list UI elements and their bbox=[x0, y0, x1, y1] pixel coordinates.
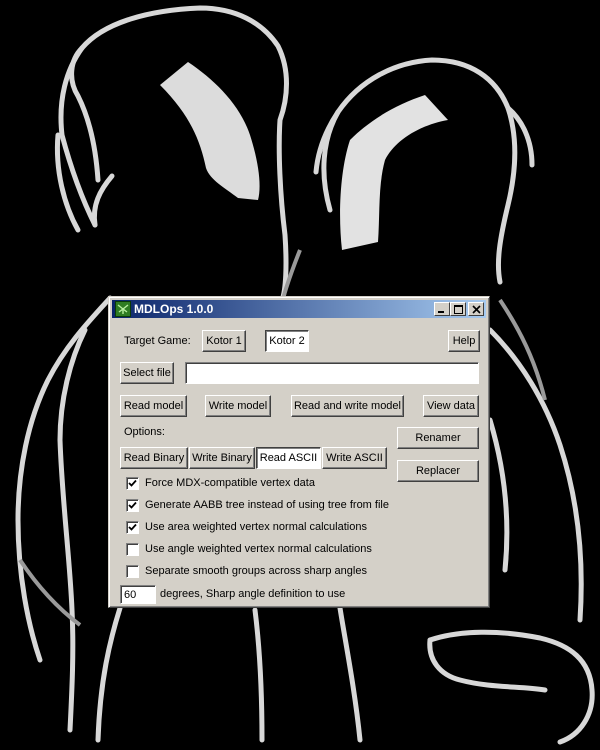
close-button[interactable] bbox=[468, 302, 484, 316]
checkbox-box[interactable] bbox=[126, 499, 139, 512]
mode-read-ascii[interactable]: Read ASCII bbox=[256, 447, 321, 469]
sharp-angle-input[interactable] bbox=[120, 585, 156, 604]
select-file-button[interactable]: Select file bbox=[120, 362, 174, 384]
mode-write-ascii[interactable]: Write ASCII bbox=[322, 447, 387, 469]
options-label: Options: bbox=[124, 426, 165, 438]
checkmark-icon bbox=[128, 501, 137, 509]
read-model-button[interactable]: Read model bbox=[120, 395, 187, 417]
checkbox-label: Generate AABB tree instead of using tree… bbox=[145, 499, 389, 511]
checkmark-icon bbox=[128, 523, 137, 531]
mdlops-icon bbox=[115, 301, 131, 317]
minimize-button[interactable] bbox=[434, 302, 450, 316]
maximize-icon bbox=[454, 305, 463, 314]
mode-write-binary[interactable]: Write Binary bbox=[189, 447, 255, 469]
sharp-angle-label: degrees, Sharp angle definition to use bbox=[160, 588, 346, 600]
kotor2-button[interactable]: Kotor 2 bbox=[265, 330, 309, 352]
checkbox-label: Force MDX-compatible vertex data bbox=[145, 477, 315, 489]
read-and-write-model-button[interactable]: Read and write model bbox=[291, 395, 404, 417]
checkbox-label: Separate smooth groups across sharp angl… bbox=[145, 565, 367, 577]
checkbox-box[interactable] bbox=[126, 565, 139, 578]
close-icon bbox=[472, 305, 481, 314]
target-game-label: Target Game: bbox=[124, 335, 191, 347]
file-path-input[interactable] bbox=[185, 362, 479, 384]
checkbox-label: Use area weighted vertex normal calculat… bbox=[145, 521, 367, 533]
view-data-button[interactable]: View data bbox=[423, 395, 479, 417]
renamer-button[interactable]: Renamer bbox=[397, 427, 479, 449]
maximize-button[interactable] bbox=[450, 302, 466, 316]
checkbox-label: Use angle weighted vertex normal calcula… bbox=[145, 543, 372, 555]
minimize-icon bbox=[438, 311, 444, 313]
kotor1-button[interactable]: Kotor 1 bbox=[202, 330, 246, 352]
window-title: MDLOps 1.0.0 bbox=[134, 302, 214, 316]
title-bar[interactable]: MDLOps 1.0.0 bbox=[112, 300, 486, 318]
help-button[interactable]: Help bbox=[448, 330, 480, 352]
replacer-button[interactable]: Replacer bbox=[397, 460, 479, 482]
write-model-button[interactable]: Write model bbox=[205, 395, 271, 417]
checkbox-box[interactable] bbox=[126, 477, 139, 490]
checkbox-box[interactable] bbox=[126, 543, 139, 556]
checkbox-box[interactable] bbox=[126, 521, 139, 534]
checkmark-icon bbox=[128, 479, 137, 487]
mdlops-window: MDLOps 1.0.0 Target Game: Kotor 1 Kotor … bbox=[108, 296, 490, 608]
mode-read-binary[interactable]: Read Binary bbox=[120, 447, 188, 469]
